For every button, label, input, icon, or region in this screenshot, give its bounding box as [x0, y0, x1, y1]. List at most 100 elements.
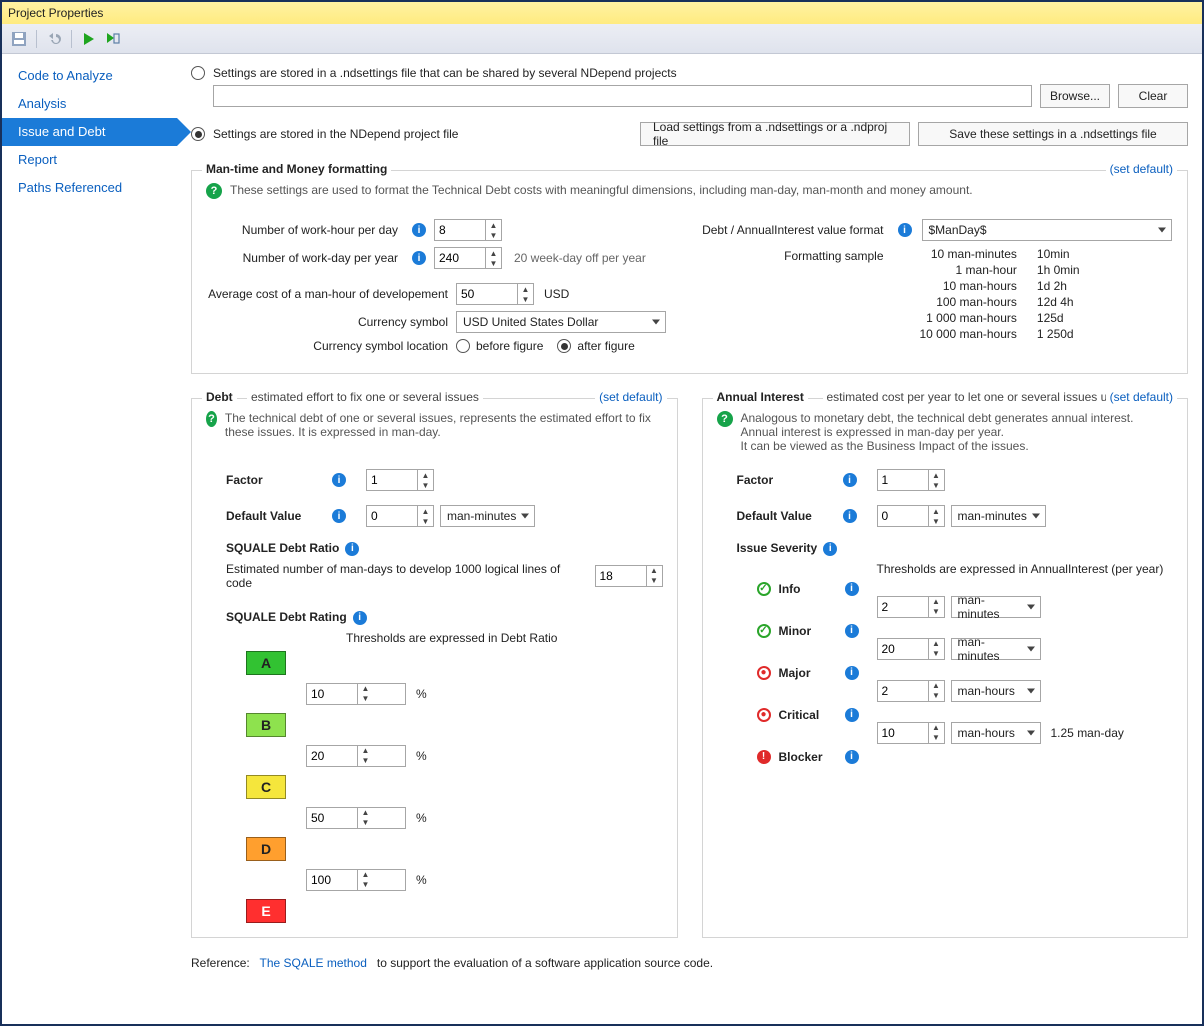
sidebar-item-analysis[interactable]: Analysis — [2, 90, 177, 118]
set-default-link[interactable]: (set default) — [1106, 162, 1177, 176]
debt-default-input[interactable]: ▲▼ — [366, 505, 434, 527]
help-icon: ? — [717, 411, 733, 427]
label: % — [416, 811, 446, 825]
threshold-ab-input[interactable]: ▲▼ — [306, 683, 406, 705]
info-icon[interactable]: i — [845, 666, 859, 680]
sidebar-item-code-to-analyze[interactable]: Code to Analyze — [2, 62, 177, 90]
squale-loc-input[interactable]: ▲▼ — [595, 565, 663, 587]
label: 1.25 man-day — [1051, 726, 1124, 740]
sev-minor-unit[interactable]: man-minutes — [951, 638, 1041, 660]
debt-factor-input[interactable]: ▲▼ — [366, 469, 434, 491]
info-icon[interactable]: i — [412, 223, 426, 237]
rating-b: B — [246, 713, 286, 737]
label: Thresholds are expressed in AnnualIntere… — [877, 562, 1174, 576]
rating-c: C — [246, 775, 286, 799]
radio-store-project[interactable] — [191, 127, 205, 141]
label: Blocker — [779, 750, 839, 764]
threshold-cd-input[interactable]: ▲▼ — [306, 807, 406, 829]
sidebar-item-paths-referenced[interactable]: Paths Referenced — [2, 174, 177, 202]
sidebar-item-issue-and-debt[interactable]: Issue and Debt — [2, 118, 177, 146]
rating-a: A — [246, 651, 286, 675]
info-icon[interactable]: i — [843, 509, 857, 523]
info-icon[interactable]: i — [345, 542, 359, 556]
currency-select[interactable]: USD United States Dollar — [456, 311, 666, 333]
content: Settings are stored in a .ndsettings fil… — [177, 54, 1202, 1024]
sev-major-unit[interactable]: man-hours — [951, 680, 1041, 702]
sidebar-item-report[interactable]: Report — [2, 146, 177, 174]
toolbar — [2, 24, 1202, 54]
label: Formatting sample — [702, 247, 892, 263]
ai-default-input[interactable]: ▲▼ — [877, 505, 945, 527]
save-icon[interactable] — [8, 28, 30, 50]
settings-path-input[interactable] — [213, 85, 1032, 107]
run-icon[interactable] — [78, 28, 100, 50]
threshold-bc-input[interactable]: ▲▼ — [306, 745, 406, 767]
info-icon[interactable]: i — [843, 473, 857, 487]
label: Number of work-day per year — [206, 251, 406, 265]
label: Issue Severity — [737, 541, 818, 555]
label: SQUALE Debt Ratio — [226, 541, 339, 555]
radio-store-file-label: Settings are stored in a .ndsettings fil… — [213, 66, 677, 80]
info-icon[interactable]: i — [845, 582, 859, 596]
save-settings-button[interactable]: Save these settings in a .ndsettings fil… — [918, 122, 1188, 146]
work-day-year-input[interactable]: ▲▼ — [434, 247, 502, 269]
rating-e: E — [246, 899, 286, 923]
reference: Reference: The SQALE method to support t… — [191, 956, 1188, 970]
label: Estimated number of man-days to develop … — [226, 562, 587, 590]
window-title: Project Properties — [2, 2, 1202, 24]
info-icon[interactable]: i — [898, 223, 912, 237]
work-hour-day-input[interactable]: ▲▼ — [434, 219, 502, 241]
debt-default-unit[interactable]: man-minutes — [440, 505, 535, 527]
sev-info-unit[interactable]: man-minutes — [951, 596, 1041, 618]
info-icon[interactable]: i — [412, 251, 426, 265]
load-settings-button[interactable]: Load settings from a .ndsettings or a .n… — [640, 122, 910, 146]
group-debt-sub: estimated effort to fix one or several i… — [247, 390, 483, 404]
severity-major-icon: ● — [757, 666, 771, 680]
run-settings-icon[interactable] — [102, 28, 124, 50]
cost-input[interactable]: ▲▼ — [456, 283, 534, 305]
label: Minor — [779, 624, 839, 638]
help-text: These settings are used to format the Te… — [230, 183, 973, 197]
radio-after-figure[interactable] — [557, 339, 571, 353]
sqale-link[interactable]: The SQALE method — [260, 956, 367, 970]
set-default-link[interactable]: (set default) — [1106, 390, 1177, 404]
info-icon[interactable]: i — [845, 750, 859, 764]
sev-critical-unit[interactable]: man-hours — [951, 722, 1041, 744]
radio-store-file[interactable] — [191, 66, 205, 80]
undo-icon[interactable] — [43, 28, 65, 50]
label: Currency symbol location — [206, 339, 456, 353]
radio-before-figure[interactable] — [456, 339, 470, 353]
info-icon[interactable]: i — [845, 708, 859, 722]
clear-button[interactable]: Clear — [1118, 84, 1188, 108]
info-icon[interactable]: i — [845, 624, 859, 638]
severity-critical-icon: ● — [757, 708, 771, 722]
ai-factor-input[interactable]: ▲▼ — [877, 469, 945, 491]
set-default-link[interactable]: (set default) — [595, 390, 666, 404]
sev-major-value[interactable]: ▲▼ — [877, 680, 945, 702]
format-select[interactable]: $ManDay$ — [922, 219, 1172, 241]
label: Number of work-hour per day — [206, 223, 406, 237]
severity-blocker-icon: ! — [757, 750, 771, 764]
help-text: Analogous to monetary debt, the technica… — [741, 411, 1134, 453]
separator — [71, 30, 72, 48]
label: Thresholds are expressed in Debt Ratio — [346, 631, 663, 645]
label: Default Value — [226, 509, 326, 523]
browse-button[interactable]: Browse... — [1040, 84, 1110, 108]
label: Factor — [737, 473, 837, 487]
info-icon[interactable]: i — [823, 542, 837, 556]
ai-default-unit[interactable]: man-minutes — [951, 505, 1046, 527]
label: Critical — [779, 708, 839, 722]
group-ai-title: Annual Interest — [713, 390, 808, 404]
sev-critical-value[interactable]: ▲▼ — [877, 722, 945, 744]
sev-info-value[interactable]: ▲▼ — [877, 596, 945, 618]
group-debt: Debt estimated effort to fix one or seve… — [191, 398, 678, 938]
info-icon[interactable]: i — [332, 473, 346, 487]
severity-info-icon: ✓ — [757, 582, 771, 596]
info-icon[interactable]: i — [353, 611, 367, 625]
info-icon[interactable]: i — [332, 509, 346, 523]
label: 20 week-day off per year — [514, 251, 646, 265]
threshold-de-input[interactable]: ▲▼ — [306, 869, 406, 891]
sev-minor-value[interactable]: ▲▼ — [877, 638, 945, 660]
label: % — [416, 873, 446, 887]
label: % — [416, 749, 446, 763]
